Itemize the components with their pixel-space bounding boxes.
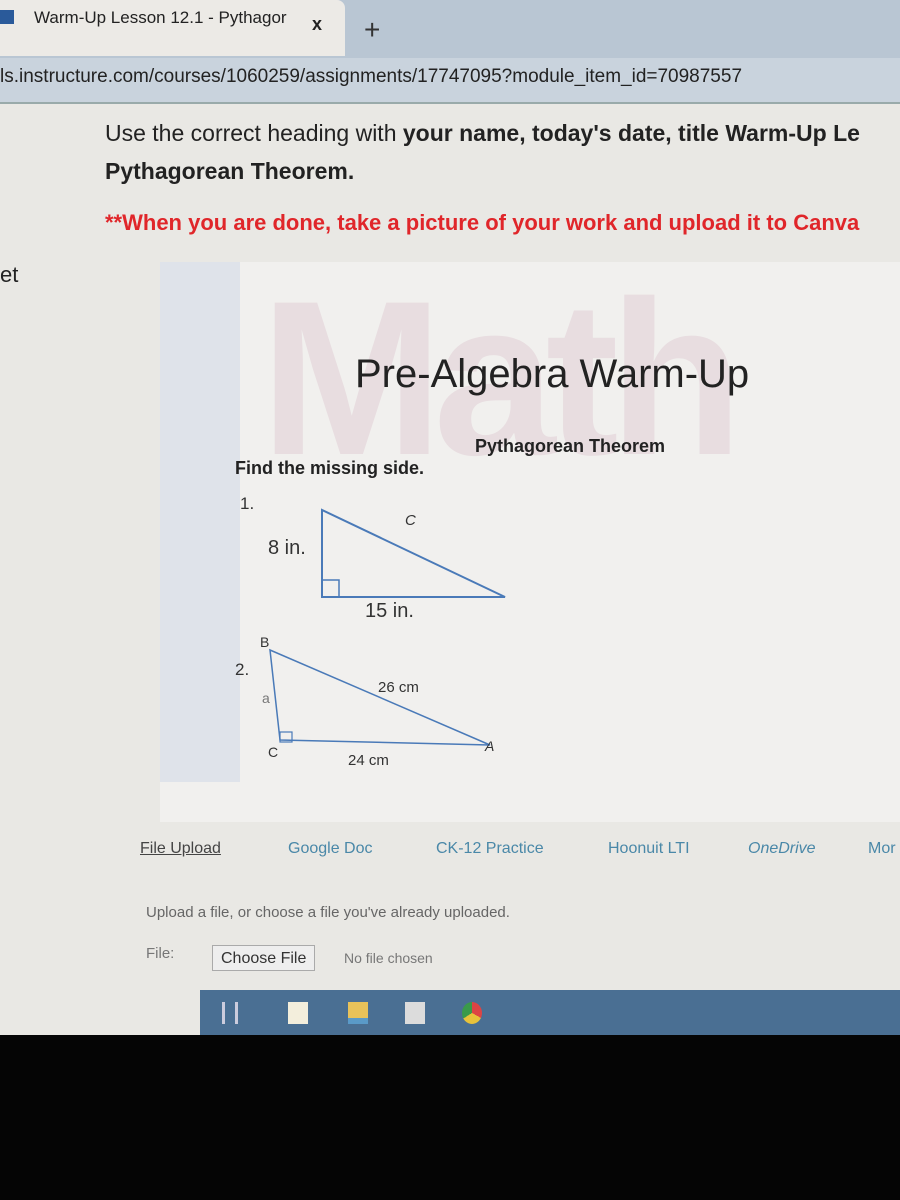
canvas-favicon-icon	[0, 10, 14, 24]
label-vertex-a: A	[485, 738, 495, 754]
problem-2-number: 2.	[235, 660, 250, 679]
label-vertex-c: C	[268, 744, 279, 760]
address-bar[interactable]: ls.instructure.com/courses/1060259/assig…	[0, 58, 900, 104]
label-15in: 15 in.	[365, 600, 414, 622]
choose-file-button[interactable]: Choose File	[212, 945, 316, 971]
instructions-bold: your name, today's date, title Warm-Up L…	[402, 120, 860, 146]
upload-note: **When you are done, take a picture of y…	[105, 210, 860, 235]
file-icon[interactable]	[288, 1002, 308, 1024]
upload-hint: Upload a file, or choose a file you've a…	[146, 904, 510, 921]
url-text: ls.instructure.com/courses/1060259/assig…	[0, 66, 743, 87]
file-explorer-icon[interactable]	[348, 1002, 368, 1024]
taskbar	[200, 990, 900, 1035]
label-c: C	[405, 512, 416, 529]
instructions-text: Use the correct heading with	[105, 120, 403, 146]
instructions-line2: Pythagorean Theorem.	[105, 158, 355, 184]
right-angle-1	[321, 579, 340, 598]
label-a: a	[262, 690, 270, 706]
sidebar-fragment[interactable]: et	[0, 262, 18, 288]
problem-1-number: 1.	[240, 494, 255, 513]
tab-google-doc[interactable]: Google Doc	[288, 840, 373, 858]
tab-hoonuit-lti[interactable]: Hoonuit LTI	[608, 840, 690, 858]
file-label: File:	[146, 945, 175, 962]
label-26cm: 26 cm	[378, 679, 419, 696]
store-icon[interactable]	[405, 1002, 425, 1024]
tab-bar: Warm-Up Lesson 12.1 - Pythagor x +	[0, 0, 900, 58]
instructions: Use the correct heading with your name, …	[105, 114, 860, 190]
tab-more[interactable]: Mor	[868, 840, 896, 858]
worksheet-image: Math Pre-Algebra Warm-Up Pythagorean The…	[160, 255, 900, 822]
label-24cm: 24 cm	[348, 752, 389, 769]
tab-title: Warm-Up Lesson 12.1 - Pythagor	[34, 8, 287, 27]
no-file-text: No file chosen	[344, 950, 433, 966]
tab-file-upload[interactable]: File Upload	[140, 840, 221, 858]
new-tab-button[interactable]: +	[364, 16, 380, 44]
label-8in: 8 in.	[268, 537, 306, 559]
task-view-icon[interactable]	[222, 1002, 238, 1024]
triangle-2	[269, 648, 491, 746]
close-tab-icon[interactable]: x	[312, 14, 322, 35]
tab-onedrive[interactable]: OneDrive	[748, 840, 816, 858]
chrome-icon[interactable]	[462, 1002, 482, 1024]
browser-tab[interactable]: Warm-Up Lesson 12.1 - Pythagor x	[0, 0, 345, 56]
tab-ck12-practice[interactable]: CK-12 Practice	[436, 840, 544, 858]
screen: Warm-Up Lesson 12.1 - Pythagor x + ls.in…	[0, 0, 900, 1035]
label-b: B	[260, 634, 270, 650]
